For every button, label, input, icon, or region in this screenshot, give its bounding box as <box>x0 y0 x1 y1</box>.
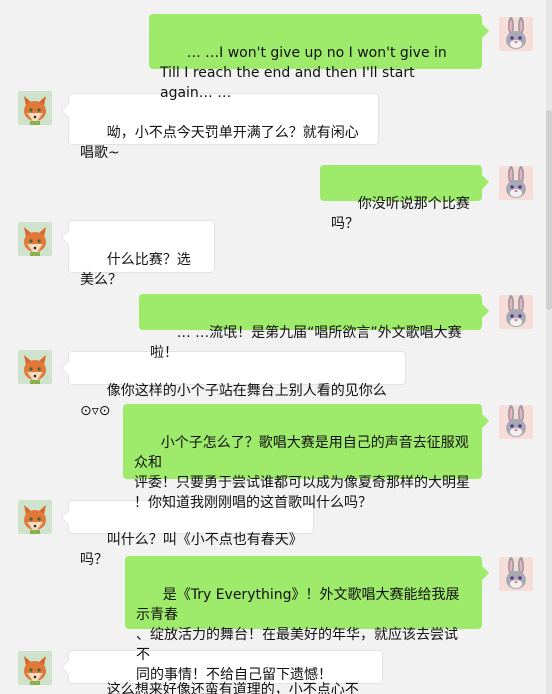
message-text: 这么想来好像还蛮有道理的，小不点心不小嘛！ <box>106 682 359 694</box>
message-text: 呦，小不点今天罚单开满了么？就有闲心唱歌~ <box>80 125 359 161</box>
message-bubble-received[interactable]: 什么比赛？选美么？ <box>68 220 215 288</box>
rabbit-avatar-icon[interactable] <box>499 295 533 329</box>
message-bubble-sent[interactable]: 小个子怎么了？歌唱大赛是用自己的声音去征服观众和 评委！只要勇于尝试谁都可以成为… <box>123 404 482 511</box>
message-text: 是《Try Everything》！外文歌唱大赛能给我展示青春 、绽放活力的舞台… <box>136 587 460 683</box>
rabbit-avatar-icon[interactable] <box>499 405 533 439</box>
rabbit-avatar-icon[interactable] <box>499 17 533 51</box>
rabbit-avatar-icon[interactable] <box>499 166 533 200</box>
chat-message-list[interactable]: … …I won't give up no I won't give in Ti… <box>0 0 546 694</box>
fox-avatar-icon[interactable] <box>18 500 52 534</box>
message-bubble-sent[interactable]: 是《Try Everything》！外文歌唱大赛能给我展示青春 、绽放活力的舞台… <box>125 556 482 683</box>
message-bubble-sent[interactable]: … …I won't give up no I won't give in Ti… <box>149 14 482 101</box>
message-text: 你没听说那个比赛吗？ <box>331 196 470 232</box>
fox-avatar-icon[interactable] <box>18 651 52 685</box>
rabbit-avatar-icon[interactable] <box>499 557 533 591</box>
fox-avatar-icon[interactable] <box>18 222 52 256</box>
fox-avatar-icon[interactable] <box>18 350 52 384</box>
scrollbar[interactable] <box>546 0 552 694</box>
message-bubble-received[interactable]: 像你这样的小个子站在舞台上别人看的见你么⊙▿⊙ <box>68 351 406 419</box>
message-text: 什么比赛？选美么？ <box>80 252 191 288</box>
message-bubble-sent[interactable]: 你没听说那个比赛吗？ <box>320 165 482 232</box>
scrollbar-thumb[interactable] <box>546 110 552 310</box>
message-bubble-sent[interactable]: … …流氓！是第九届“唱所欲言”外文歌唱大赛啦！ <box>139 294 482 361</box>
message-text: 小个子怎么了？歌唱大赛是用自己的声音去征服观众和 评委！只要勇于尝试谁都可以成为… <box>134 435 470 511</box>
fox-avatar-icon[interactable] <box>18 91 52 125</box>
